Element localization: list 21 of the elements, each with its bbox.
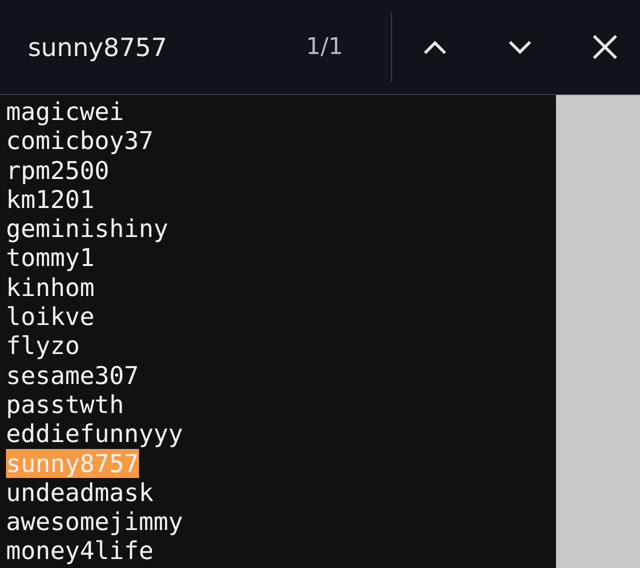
highlighted-match: sunny8757 — [6, 448, 139, 478]
match-count: 1/1 — [306, 34, 344, 60]
text-line: rpm2500 — [5, 156, 110, 185]
text-line: comicboy37 — [5, 126, 154, 156]
text-line: tommy1 — [5, 243, 95, 272]
text-line: flyzo — [5, 331, 80, 360]
close-icon — [592, 34, 618, 60]
text-line: kinhom — [5, 272, 95, 302]
text-line: magicwei — [5, 97, 124, 126]
text-line: undeadmask — [5, 478, 154, 507]
text-line: loikve — [5, 302, 95, 332]
text-line: geminishiny — [5, 214, 168, 244]
chevron-down-icon — [508, 40, 532, 54]
text-line: eddiefunnyyy — [5, 419, 184, 448]
text-line: passtwth — [5, 390, 124, 419]
search-query[interactable]: sunny8757 — [28, 32, 298, 62]
text-line: money4life — [5, 536, 154, 566]
text-line: km1201 — [5, 184, 95, 214]
text-line: sesame307 — [5, 360, 139, 390]
chevron-up-icon — [423, 40, 447, 54]
text-line: awesomejimmy — [5, 507, 184, 536]
